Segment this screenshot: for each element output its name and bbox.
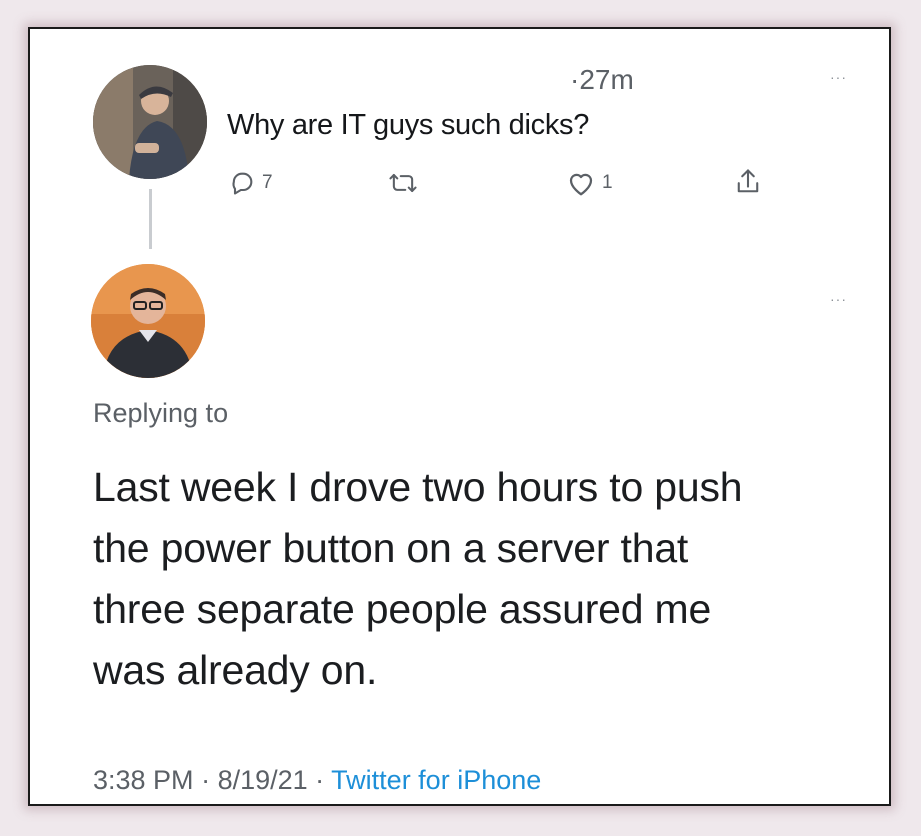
reply-text-line: Last week I drove two hours to push <box>93 464 743 510</box>
like-action[interactable]: 1 <box>566 169 613 197</box>
separator: · <box>193 765 218 795</box>
separator: · <box>307 765 332 795</box>
reply-text-line: the power button on a server that <box>93 525 689 571</box>
thread-connector-line <box>149 189 152 249</box>
share-action[interactable] <box>734 167 762 197</box>
heart-icon <box>569 173 593 196</box>
reply-count: 7 <box>262 172 273 193</box>
tweet-time: 3:38 PM <box>93 765 194 795</box>
share-icon <box>737 169 759 193</box>
reply-tweet-text: Last week I drove two hours to push the … <box>93 457 873 701</box>
like-count: 1 <box>602 172 613 193</box>
tweet-source-link[interactable]: Twitter for iPhone <box>331 765 541 795</box>
tweet-card: ·27m ··· Why are IT guys such dicks? 7 1 <box>28 27 891 806</box>
replying-to-label: Replying to <box>93 398 229 428</box>
parent-tweet-time[interactable]: ·27m <box>570 64 634 96</box>
reply-more-options-icon[interactable]: ··· <box>830 291 847 307</box>
retweet-action[interactable] <box>387 169 425 197</box>
reply-text-line: was already on. <box>93 647 378 693</box>
parent-user-avatar[interactable] <box>93 65 207 179</box>
tweet-meta-footer: 3:38 PM · 8/19/21 · Twitter for iPhone <box>93 765 541 796</box>
reply-user-avatar[interactable] <box>91 264 205 378</box>
tweet-date: 8/19/21 <box>217 765 308 795</box>
reply-text-line: three separate people assured me <box>93 586 712 632</box>
retweet-icon <box>389 173 417 193</box>
speech-bubble-icon <box>232 172 253 195</box>
reply-action[interactable]: 7 <box>228 169 273 197</box>
parent-tweet-text: Why are IT guys such dicks? <box>227 109 590 141</box>
parent-more-options-icon[interactable]: ··· <box>830 69 847 85</box>
